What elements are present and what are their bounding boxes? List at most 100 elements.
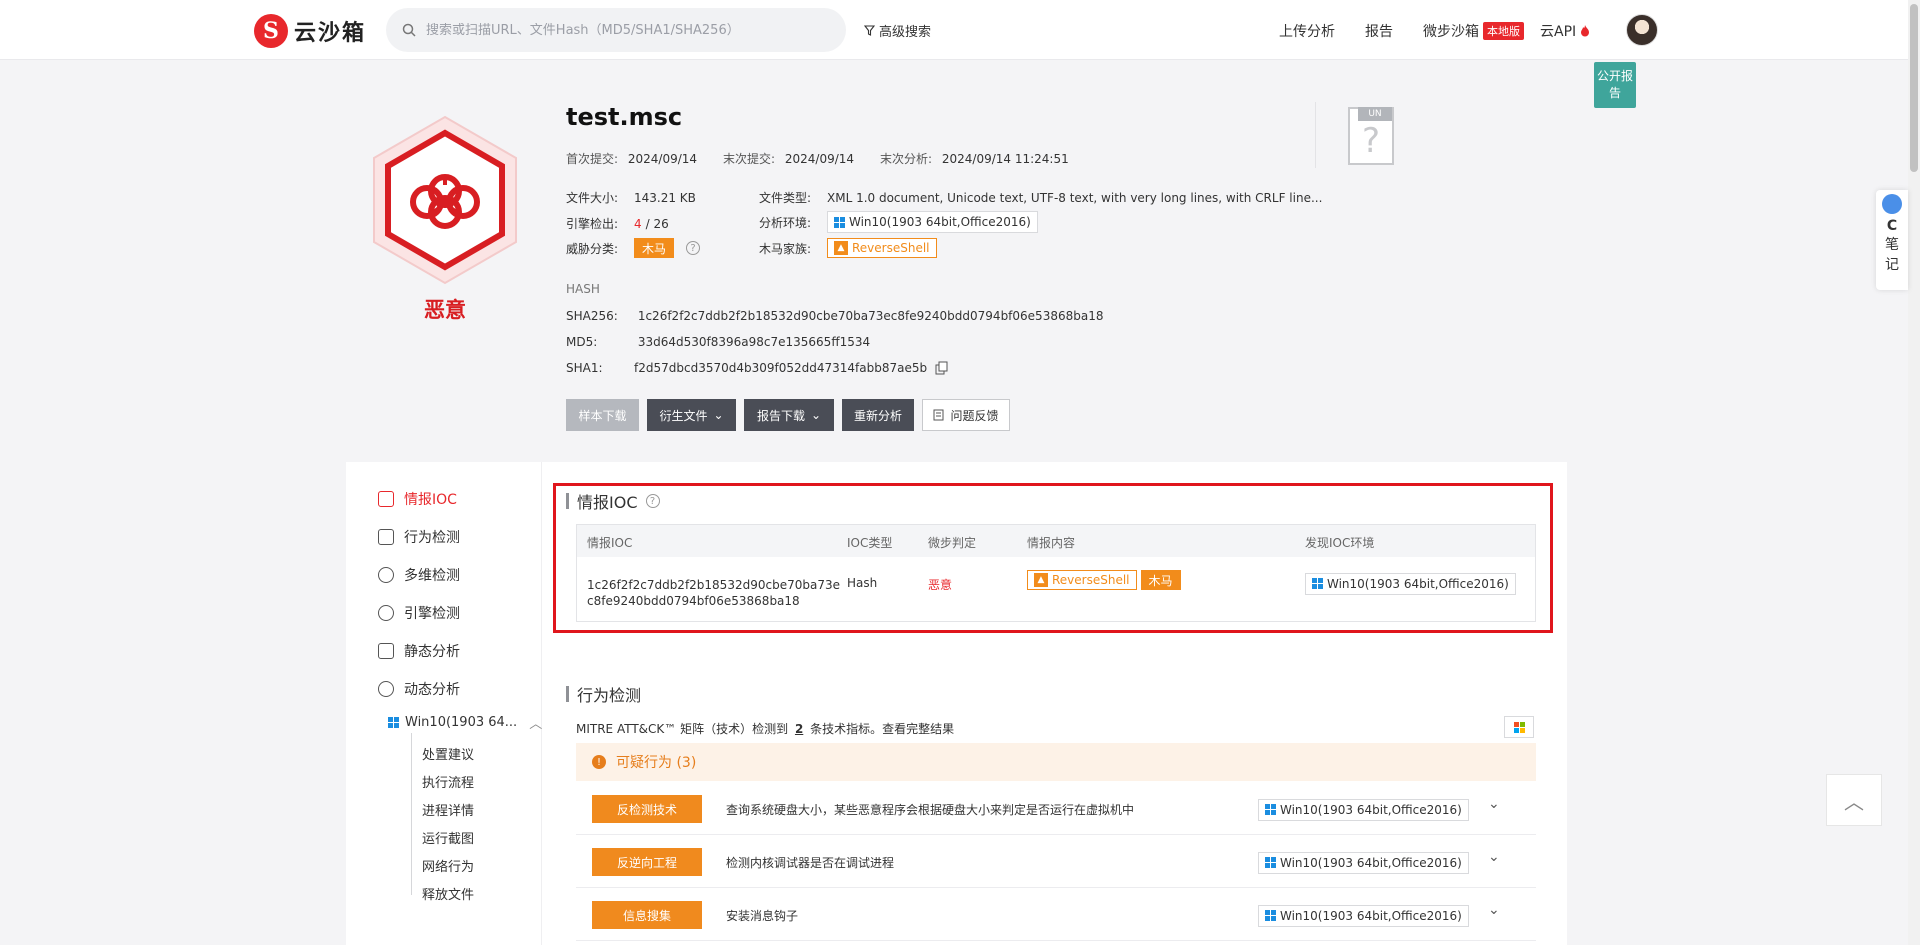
side-note-widget[interactable]: C 笔 记	[1876, 190, 1908, 290]
last-submit-value: 2024/09/14	[784, 152, 855, 166]
ioc-env-chip[interactable]: Win10(1903 64bit,Office2016)	[1305, 572, 1516, 595]
threat-label: 威胁分类:	[566, 241, 619, 256]
nav-sub-network[interactable]: 网络行为	[422, 856, 474, 875]
section-bar	[566, 686, 569, 702]
last-submit: 末次提交: 2024/09/14	[723, 150, 854, 167]
nav-sub-process[interactable]: 进程详情	[422, 800, 474, 819]
behavior-env-value: Win10(1903 64bit,Office2016)	[1280, 855, 1462, 870]
threat-class: 威胁分类: 木马 ?	[566, 238, 701, 258]
chevron-up-icon: ︿	[1844, 789, 1864, 814]
chevron-down-icon[interactable]: ⌄	[1488, 902, 1500, 918]
nav-sub-screenshot[interactable]: 运行截图	[422, 828, 474, 847]
col-verdict: 微步判定	[928, 536, 977, 550]
env-filter-button[interactable]	[1504, 716, 1534, 738]
note-icon	[1882, 194, 1902, 214]
divider	[1315, 102, 1316, 168]
tree-line	[411, 733, 412, 895]
sha256-label: SHA256:	[566, 309, 618, 323]
behavior-row[interactable]: 反检测技术 查询系统硬盘大小，某些恶意程序会根据硬盘大小来判定是否运行在虚拟机中…	[576, 782, 1536, 835]
ioc-value-line2: c8fe9240bdd0794bf06e53868ba18	[587, 594, 800, 608]
analysis-env: 分析环境: Win10(1903 64bit,Office2016)	[759, 211, 1038, 233]
search-box[interactable]	[386, 8, 846, 52]
nav-behavior[interactable]: 行为检测	[378, 527, 460, 547]
nav-sandbox[interactable]: 微步沙箱 本地版	[1423, 21, 1524, 41]
fire-icon	[1581, 25, 1590, 37]
ioc-value[interactable]: 1c26f2f2c7ddb2f2b18532d90cbe70ba73e c8fe…	[587, 577, 840, 609]
mitre-suffix[interactable]: 条技术指标。查看完整结果	[810, 722, 954, 736]
ioc-trojan-tag[interactable]: 木马	[1140, 570, 1181, 590]
chevron-down-icon[interactable]: ⌄	[1488, 796, 1500, 812]
sha1-value[interactable]: f2d57dbcd3570d4b309f052dd47314fabb87ae5b	[634, 361, 927, 375]
nav-env-group[interactable]: Win10(1903 64... ︿	[388, 713, 542, 732]
filter-icon	[864, 25, 875, 36]
logo[interactable]: S 云沙箱	[254, 14, 366, 48]
suspicious-behavior-header[interactable]: ! 可疑行为 (3)	[576, 743, 1536, 781]
chevron-up-icon: ︿	[529, 717, 543, 732]
mitre-prefix: MITRE ATT&CK™ 矩阵（技术）检测到	[576, 722, 789, 736]
derived-files-button[interactable]: 衍生文件 ⌄	[647, 399, 736, 431]
scrollbar-thumb[interactable]	[1910, 4, 1918, 172]
nav-static[interactable]: 静态分析	[378, 641, 460, 661]
nav-sub-dropped[interactable]: 释放文件	[422, 884, 474, 903]
file-type: 文件类型: XML 1.0 document, Unicode text, UT…	[759, 189, 1322, 206]
behavior-env-chip[interactable]: Win10(1903 64bit,Office2016)	[1258, 851, 1469, 874]
engine-total: / 26	[645, 216, 669, 231]
sha256-value[interactable]: 1c26f2f2c7ddb2f2b18532d90cbe70ba73ec8fe9…	[638, 309, 1104, 323]
chevron-down-icon[interactable]: ⌄	[1488, 849, 1500, 865]
nav-engine[interactable]: 引擎检测	[378, 603, 460, 623]
windows-icon	[388, 717, 399, 728]
help-icon[interactable]: ?	[686, 241, 701, 255]
public-report-badge[interactable]: 公开报告	[1594, 62, 1636, 108]
download-sample-button[interactable]: 样本下载	[566, 399, 639, 431]
nav-cloud-api[interactable]: 云API	[1540, 21, 1590, 41]
family-chip[interactable]: ▲ ReverseShell	[827, 238, 937, 258]
nav-dynamic-label: 动态分析	[404, 682, 460, 698]
nav-upload[interactable]: 上传分析	[1279, 21, 1335, 41]
question-mark: ?	[1361, 121, 1381, 161]
behavior-row[interactable]: 信息搜集 安装消息钩子 Win10(1903 64bit,Office2016)…	[576, 888, 1536, 941]
logo-text: 云沙箱	[294, 21, 367, 46]
behavior-env-chip[interactable]: Win10(1903 64bit,Office2016)	[1258, 798, 1469, 821]
nav-intel-ioc[interactable]: 情报IOC	[378, 489, 457, 509]
ioc-family-chip[interactable]: ▲ ReverseShell	[1027, 570, 1137, 590]
nav-dynamic[interactable]: 动态分析	[378, 679, 460, 699]
sha256-row: SHA256: 1c26f2f2c7ddb2f2b18532d90cbe70ba…	[566, 309, 1103, 323]
warning-icon: !	[592, 755, 606, 769]
malicious-biohazard-icon	[370, 115, 520, 285]
advanced-search-label: 高级搜索	[879, 25, 932, 40]
windows-icon	[1312, 578, 1323, 589]
behavior-title-text: 行为检测	[577, 686, 642, 705]
behavior-env-chip[interactable]: Win10(1903 64bit,Office2016)	[1258, 904, 1469, 927]
engine-hits: 4	[634, 216, 642, 231]
last-submit-label: 末次提交:	[723, 152, 776, 166]
env-chip[interactable]: Win10(1903 64bit,Office2016)	[827, 211, 1038, 233]
advanced-search-link[interactable]: 高级搜索	[864, 21, 931, 40]
help-circle-icon	[378, 605, 394, 621]
reanalyze-button[interactable]: 重新分析	[842, 399, 914, 431]
behavior-env: Win10(1903 64bit,Office2016)	[1258, 851, 1469, 874]
threat-tag[interactable]: 木马	[634, 238, 675, 258]
report-download-button[interactable]: 报告下载 ⌄	[744, 399, 834, 431]
ioc-env-value: Win10(1903 64bit,Office2016)	[1327, 576, 1509, 591]
mitre-count[interactable]: 2	[795, 722, 803, 736]
md5-value[interactable]: 33d64d530f8396a98c7e135665ff1534	[638, 335, 870, 349]
copy-icon[interactable]	[935, 361, 949, 375]
nav-report[interactable]: 报告	[1365, 21, 1393, 41]
nav-sub-flow[interactable]: 执行流程	[422, 772, 474, 791]
env-value: Win10(1903 64bit,Office2016)	[849, 215, 1031, 229]
feedback-button[interactable]: 问题反馈	[922, 399, 1010, 431]
nav-sub-advice[interactable]: 处置建议	[422, 744, 474, 763]
search-input[interactable]	[426, 22, 826, 38]
report-download-label: 报告下载	[756, 408, 805, 423]
behavior-desc: 安装消息钩子	[726, 909, 799, 923]
behavior-row[interactable]: 反逆向工程 检测内核调试器是否在调试进程 Win10(1903 64bit,Of…	[576, 835, 1536, 888]
ioc-verdict: 恶意	[928, 578, 953, 592]
file-size: 文件大小: 143.21 KB	[566, 189, 696, 206]
windows-icon	[1265, 857, 1276, 868]
behavior-section-title: 行为检测	[566, 682, 641, 706]
local-version-badge: 本地版	[1483, 22, 1524, 40]
nav-multi-detect[interactable]: 多维检测	[378, 565, 460, 585]
sha1-label: SHA1:	[566, 361, 603, 375]
user-avatar[interactable]	[1626, 14, 1658, 46]
back-to-top-button[interactable]: ︿	[1826, 774, 1882, 826]
